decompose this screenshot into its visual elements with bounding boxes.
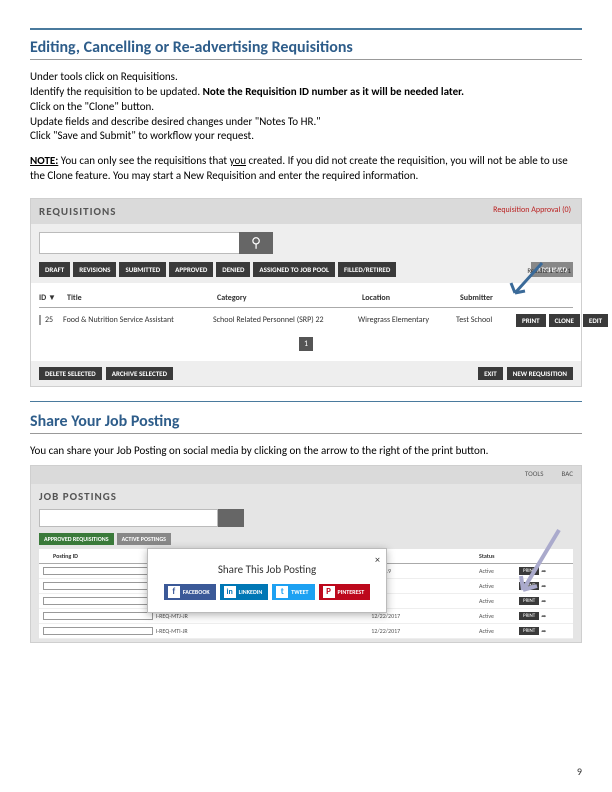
pinterest-button[interactable]: PPINTEREST [319, 584, 371, 600]
back-label[interactable]: BAC [562, 469, 573, 478]
annotation-arrow-1 [497, 261, 547, 301]
line2: Identify the requisition to be updated. … [30, 85, 582, 100]
th-location[interactable]: Location [362, 293, 460, 303]
share-arrow-icon[interactable]: ➦ [541, 612, 555, 620]
search-icon: ⚲ [251, 235, 261, 251]
twitter-icon: t [276, 586, 288, 598]
share-arrow-icon[interactable]: ➦ [541, 627, 555, 635]
tab-approved[interactable]: APPROVED [169, 262, 213, 277]
row-checkbox[interactable] [43, 597, 153, 605]
tab-assigned[interactable]: ASSIGNED TO JOB POOL [253, 262, 335, 277]
tab-submitted[interactable]: SUBMITTED [119, 262, 166, 277]
pinterest-icon: P [323, 586, 335, 598]
line1: Under tools click on Requisitions. [30, 70, 582, 85]
tab-revisions[interactable]: REVISIONS [73, 262, 116, 277]
th-id[interactable]: ID ▼ [39, 293, 67, 303]
page-1[interactable]: 1 [299, 337, 313, 351]
exit-button[interactable]: EXIT [478, 367, 503, 380]
top-rule [30, 28, 582, 30]
th-category[interactable]: Category [217, 293, 362, 303]
cell-submitter: Test School [456, 315, 516, 325]
section2-title: Share Your Job Posting [30, 412, 582, 434]
tab-filled[interactable]: FILLED/RETIRED [338, 262, 396, 277]
modal-title: Share This Job Posting [156, 563, 378, 576]
tools-label[interactable]: TOOLS [525, 469, 544, 478]
clone-button[interactable]: CLONE [549, 314, 580, 327]
cell-location: Wiregrass Elementary [358, 315, 456, 325]
line4: Update fields and describe desired chang… [30, 115, 582, 130]
cell-id: 25 [45, 315, 63, 325]
linkedin-icon: in [224, 586, 236, 598]
row-checkbox[interactable] [43, 582, 153, 590]
note-label: NOTE: [30, 154, 58, 167]
close-icon[interactable]: × [375, 553, 380, 566]
section1-body: Under tools click on Requisitions. Ident… [30, 70, 582, 144]
twitter-button[interactable]: tTWEET [272, 584, 314, 600]
search-input[interactable] [39, 232, 239, 254]
row-checkbox[interactable] [39, 315, 41, 325]
row-checkbox[interactable] [43, 612, 153, 620]
note-block: NOTE: You can only see the requisitions … [30, 154, 582, 184]
linkedin-button[interactable]: inLINKEDIN [220, 584, 269, 600]
tab-active-postings[interactable]: ACTIVE POSTINGS [117, 533, 171, 545]
facebook-icon: f [168, 586, 180, 598]
ss2-tabs: APPROVED REQUISITIONS ACTIVE POSTINGS [31, 533, 581, 549]
search-bar: ⚲ [31, 224, 581, 262]
row-checkbox[interactable] [43, 627, 153, 635]
line5: Click "Save and Submit" to workflow your… [30, 129, 582, 144]
th-title[interactable]: Title [67, 293, 217, 303]
section2-text: You can share your Job Posting on social… [30, 444, 582, 457]
cell-category: School Related Personnel (SRP) 22 [213, 315, 358, 325]
table-row: 25 Food & Nutrition Service Assistant Sc… [39, 308, 573, 333]
pager: 1 [39, 333, 573, 355]
requisitions-screenshot: Requisition Approval (0) REQUISITIONS ⚲ … [30, 198, 582, 387]
tab-draft[interactable]: DRAFT [39, 262, 70, 277]
page-number: 9 [577, 765, 582, 778]
cell-title[interactable]: Food & Nutrition Service Assistant [63, 315, 213, 325]
edit-button[interactable]: EDIT [583, 314, 608, 327]
share-modal: × Share This Job Posting fFACEBOOK inLIN… [147, 548, 387, 613]
bottom-actions: DELETE SELECTED ARCHIVE SELECTED EXIT NE… [31, 361, 581, 386]
annotation-arrow-2 [511, 526, 567, 606]
ss2-toolbar: TOOLS BAC [31, 466, 581, 484]
ss2-search-button[interactable] [218, 509, 244, 527]
ss2-search [31, 509, 581, 533]
new-requisition-button[interactable]: NEW REQUISITION [507, 367, 573, 380]
ss2-search-input[interactable] [39, 509, 218, 527]
facebook-button[interactable]: fFACEBOOK [164, 584, 216, 600]
search-button[interactable]: ⚲ [239, 232, 273, 254]
archive-selected-button[interactable]: ARCHIVE SELECTED [106, 367, 173, 380]
approval-link[interactable]: Requisition Approval (0) [493, 205, 571, 215]
delete-selected-button[interactable]: DELETE SELECTED [39, 367, 102, 380]
line3: Click on the "Clone" button. [30, 100, 582, 115]
job-postings-header: JOB POSTINGS [31, 484, 581, 509]
print-button[interactable]: PRINT [516, 314, 546, 327]
job-postings-screenshot: TOOLS BAC JOB POSTINGS APPROVED REQUISIT… [30, 465, 582, 643]
row-checkbox[interactable] [43, 567, 153, 575]
tab-denied[interactable]: DENIED [216, 262, 250, 277]
social-buttons: fFACEBOOK inLINKEDIN tTWEET PPINTEREST [156, 584, 378, 600]
posting-row: I-REQ-MTI-JR 12/22/2017 Active PRINT➦ [39, 624, 573, 639]
mid-rule [30, 401, 582, 402]
section1-title: Editing, Cancelling or Re-advertising Re… [30, 38, 582, 60]
table-header-row: ID ▼ Title Category Location Submitter [39, 289, 573, 308]
tab-approved-req[interactable]: APPROVED REQUISITIONS [39, 533, 114, 545]
